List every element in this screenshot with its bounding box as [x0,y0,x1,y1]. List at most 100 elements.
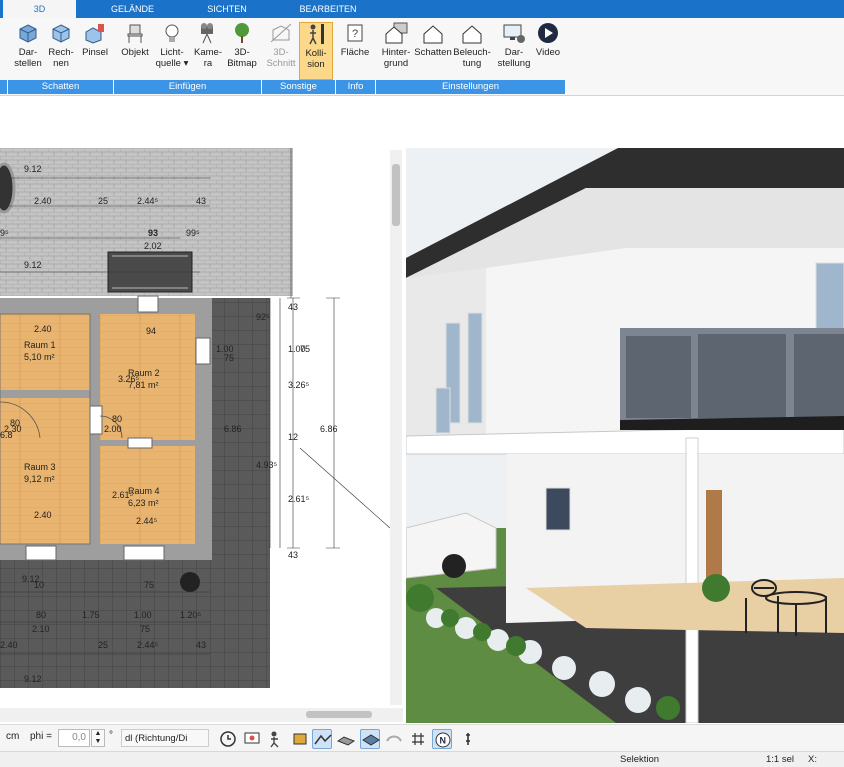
dim-2-10: 2.10 [32,624,50,634]
area-info-icon: ? [347,24,363,42]
flaeche-button[interactable]: ? Fläche [338,22,372,80]
dim-25-b: 25 [98,640,108,650]
terrain-icon[interactable] [312,729,332,749]
darstellung-label: Dar- stellung [497,47,531,69]
plan-vertical-scrollbar[interactable] [390,150,402,705]
darstellung-button[interactable]: Dar- stellung [496,22,532,80]
3d-view[interactable] [406,148,844,723]
dim-2-40-b: 2.40 [34,324,52,334]
floor-icon[interactable] [360,729,380,749]
support-column [685,437,699,723]
objekt-label: Objekt [121,47,149,58]
tab-gelaende[interactable]: GELÄNDE [90,0,175,18]
room-3-name: Raum 3 [24,462,56,472]
house-shadow-icon [423,25,443,44]
room-4-name: Raum 4 [128,486,160,496]
cube-render-icon [19,24,37,43]
hintergrund-label: Hinter- grund [381,47,411,69]
objekt-button[interactable]: Objekt [117,22,153,80]
room-4-area: 6,23 m² [128,498,159,508]
mode-select[interactable]: dl (Richtung/Di [121,729,209,747]
plant-symbol [180,572,200,592]
dim-43-a: 43 [196,196,206,206]
dim-25-a: 25 [98,196,108,206]
schnitt-label: 3D- Schnitt [266,47,296,69]
kamera-label: Kame- ra [194,47,222,69]
plan-horizontal-thumb[interactable] [306,711,372,718]
hintergrund-button[interactable]: Hinter- grund [378,22,414,80]
layers-icon[interactable] [290,729,310,749]
dim-2-00: 2.00 [104,424,122,434]
video-label: Video [535,47,561,58]
walk-icon[interactable] [266,729,286,749]
lichtquelle-button[interactable]: Licht- quelle ▾ [154,22,190,80]
bitmap-button[interactable]: 3D- Bitmap [224,22,260,80]
floor-plan-canvas[interactable]: 9.12 2.40 25 2.44⁵ 43 9⁵ 93 2.02 99⁵ 9.1… [0,148,403,708]
svg-text:?: ? [352,28,358,40]
schnitt-button[interactable]: 3D- Schnitt [265,22,297,80]
dim-2-44-a: 2.44⁵ [137,196,159,206]
pin-icon[interactable] [458,729,478,749]
3d-render-canvas[interactable] [406,148,844,723]
dim-43-c: 43 [288,550,298,560]
dim-1-20: 1.20⁵ [180,610,202,620]
texture-icon[interactable] [384,729,404,749]
dim-9-12-d: 9.12 [24,674,42,684]
cube-calc-icon [52,24,70,43]
collision-person-icon [309,24,324,45]
house-background-icon [385,22,408,44]
lichtquelle-label: Licht- quelle ▾ [155,47,189,69]
plan-vertical-thumb[interactable] [392,164,400,226]
phi-spinner[interactable]: ▲ ▼ [91,729,105,747]
grid-icon[interactable] [408,729,428,749]
darstellen-button[interactable]: Dar- stellen [10,22,46,80]
unit-label: cm [6,731,20,742]
dim-92: 92⁵ [256,312,270,322]
dim-2-40-c: 2.40 [34,510,52,520]
wall-icon[interactable] [336,729,356,749]
dim-2-40-a: 2.40 [34,196,52,206]
group-sonstige: Sonstige [262,80,336,94]
kamera-button[interactable]: Kame- ra [192,22,224,80]
ribbon: Dar- stellen Rech- nen Pinsel Objekt Lic… [0,18,844,96]
beleuchtung-button[interactable]: Beleuch- tung [453,22,491,80]
screen-icon[interactable] [242,729,262,749]
dim-75-d: 75 [140,624,150,634]
clock-icon[interactable] [218,729,238,749]
rechnen-button[interactable]: Rech- nen [46,22,76,80]
dim-2-02: 2.02 [144,241,162,251]
pinsel-button[interactable]: Pinsel [80,22,110,80]
house-light-icon [462,25,482,44]
dim-9-left: 9⁵ [0,228,9,238]
tab-sichten[interactable]: SICHTEN [182,0,272,18]
rechnen-label: Rech- nen [48,47,74,69]
kollision-button[interactable]: Kolli- sion [299,22,333,80]
north-icon[interactable]: N [432,729,452,749]
floor-plan-view[interactable]: 9.12 2.40 25 2.44⁵ 43 9⁵ 93 2.02 99⁵ 9.1… [0,148,403,708]
pinsel-label: Pinsel [82,47,108,58]
room-2-area: 7,81 m² [128,380,159,390]
phi-label: phi = [30,731,52,742]
phi-input[interactable]: 0,0 [58,729,90,747]
dim-3-26: 3.26⁵ [288,380,310,390]
dim-2-44-b: 2.44⁵ [136,516,158,526]
room-2-name: Raum 2 [128,368,160,378]
svg-text:N: N [440,736,447,746]
input-bar: cm phi = 0,0 ▲ ▼ ° dl (Richtung/Di N [0,724,844,751]
dim-6-8: 6.8 [0,430,13,440]
dim-1-00-c: 1.00 [134,610,152,620]
section-cut-icon [270,23,292,43]
dim-75-c: 75 [144,580,154,590]
video-button[interactable]: Video [533,22,563,80]
plan-horizontal-scrollbar[interactable] [0,708,403,722]
dim-9-12-a: 9.12 [24,164,42,174]
tab-bearbeiten[interactable]: BEARBEITEN [283,0,373,18]
tab-3d[interactable]: 3D [3,0,76,18]
dim-1-75: 1.75 [82,610,100,620]
dim-10: 10 [34,580,44,590]
dim-80-c: 80 [36,610,46,620]
dim-80-b: 80 [112,414,122,424]
schatten-button[interactable]: Schatten [414,22,452,80]
dim-75-b: 75 [300,344,310,354]
status-x-label: X: [808,754,817,765]
